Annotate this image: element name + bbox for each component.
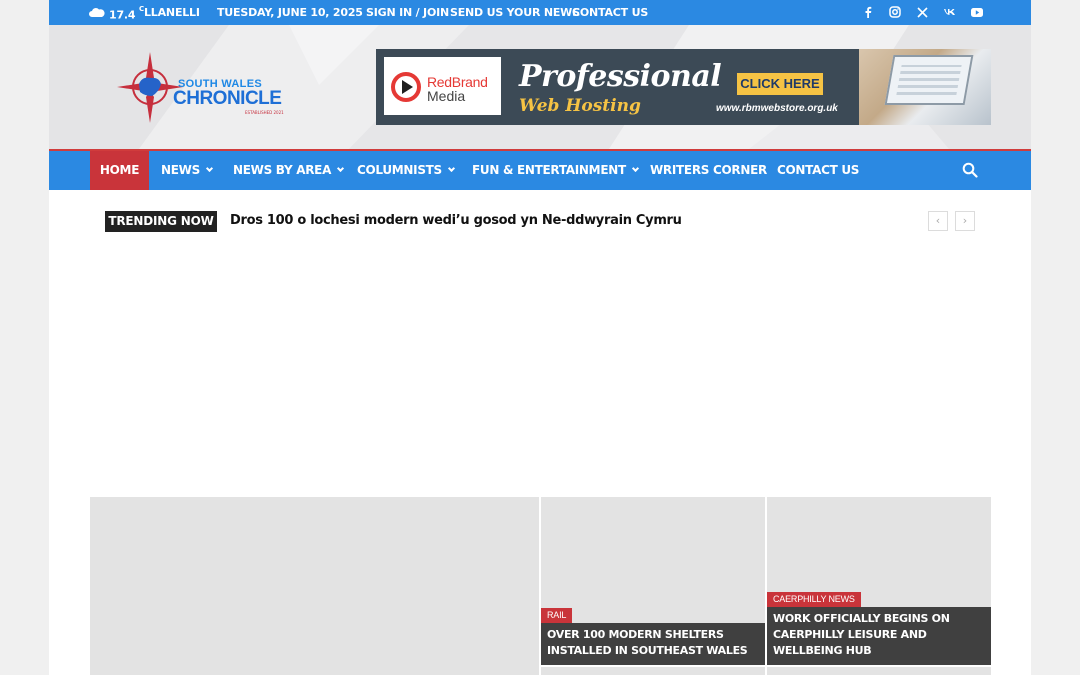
facebook-icon[interactable] bbox=[861, 5, 875, 19]
logo-line2: CHRONICLE bbox=[173, 88, 282, 109]
nav-item-columnists[interactable]: COLUMNISTS bbox=[357, 151, 455, 190]
ad-brand-box: RedBrand Media bbox=[384, 57, 501, 115]
ad-headline: Professional bbox=[519, 59, 722, 94]
sign-in-link[interactable]: SIGN IN / JOIN bbox=[366, 6, 449, 19]
location: LLANELLI bbox=[144, 6, 200, 19]
trending-label: TRENDING NOW bbox=[105, 211, 217, 232]
main-nav: HOME NEWS NEWS BY AREA COLUMNISTS FUN & … bbox=[49, 151, 1031, 190]
vk-icon[interactable] bbox=[942, 5, 956, 19]
featured-tile-rail[interactable]: RAIL OVER 100 MODERN SHELTERS INSTALLED … bbox=[541, 497, 765, 665]
featured-headline-caerphilly[interactable]: WORK OFFICIALLY BEGINS ON CAERPHILLY LEI… bbox=[767, 607, 991, 665]
send-news-link[interactable]: SEND US YOUR NEWS bbox=[450, 6, 580, 19]
nav-item-fun-entertainment[interactable]: FUN & ENTERTAINMENT bbox=[472, 151, 639, 190]
nav-item-writers-corner[interactable]: WRITERS CORNER bbox=[650, 151, 767, 190]
ad-subheadline: Web Hosting bbox=[519, 96, 641, 116]
date: TUESDAY, JUNE 10, 2025 bbox=[217, 6, 363, 19]
contact-link-top[interactable]: CONTACT US bbox=[572, 6, 648, 19]
nav-item-home[interactable]: HOME bbox=[90, 151, 149, 190]
ad-cta-button[interactable]: CLICK HERE bbox=[737, 73, 823, 95]
chevron-down-icon bbox=[447, 164, 455, 173]
temperature: 17.4 C bbox=[109, 5, 144, 22]
search-icon[interactable] bbox=[962, 162, 978, 178]
top-bar: 17.4 C LLANELLI TUESDAY, JUNE 10, 2025 S… bbox=[49, 0, 1031, 25]
nav-item-contact-us[interactable]: CONTACT US bbox=[777, 151, 859, 190]
trending-headline[interactable]: Dros 100 o lochesi modern wedi’u gosod y… bbox=[230, 213, 682, 228]
instagram-icon[interactable] bbox=[888, 5, 902, 19]
nav-item-news-by-area[interactable]: NEWS BY AREA bbox=[233, 151, 345, 190]
ad-banner[interactable]: RedBrand Media Professional Web Hosting … bbox=[376, 49, 991, 125]
chevron-down-icon bbox=[205, 164, 213, 173]
ad-brand-bottom: Media bbox=[427, 88, 466, 104]
featured-tile-caerphilly[interactable]: CAERPHILLY NEWS WORK OFFICIALLY BEGINS O… bbox=[767, 497, 991, 665]
page: 17.4 C LLANELLI TUESDAY, JUNE 10, 2025 S… bbox=[49, 0, 1031, 675]
logo-tagline: ESTABLISHED 2021 bbox=[245, 110, 284, 115]
chevron-down-icon bbox=[631, 164, 639, 173]
featured-tile-lower-left[interactable] bbox=[541, 667, 765, 675]
youtube-icon[interactable] bbox=[970, 5, 984, 19]
chevron-right-icon[interactable]: › bbox=[955, 211, 975, 231]
x-icon[interactable] bbox=[915, 5, 929, 19]
nav-item-news[interactable]: NEWS bbox=[161, 151, 213, 190]
cloud-icon bbox=[89, 7, 105, 17]
category-badge-rail[interactable]: RAIL bbox=[541, 608, 573, 623]
site-logo[interactable]: SOUTH WALES CHRONICLE ESTABLISHED 2021 bbox=[115, 50, 295, 125]
category-badge-caerphilly[interactable]: CAERPHILLY NEWS bbox=[767, 592, 861, 607]
featured-headline-rail[interactable]: OVER 100 MODERN SHELTERS INSTALLED IN SO… bbox=[541, 623, 765, 665]
featured-main-tile[interactable] bbox=[90, 497, 539, 675]
featured-tile-lower-right[interactable] bbox=[767, 667, 991, 675]
header: SOUTH WALES CHRONICLE ESTABLISHED 2021 R… bbox=[49, 25, 1031, 149]
chevron-down-icon bbox=[337, 164, 345, 173]
laptop-image bbox=[884, 55, 974, 105]
ad-url: www.rbmwebstore.org.uk bbox=[716, 103, 838, 114]
play-icon bbox=[402, 80, 413, 94]
chevron-left-icon[interactable]: ‹ bbox=[928, 211, 948, 231]
